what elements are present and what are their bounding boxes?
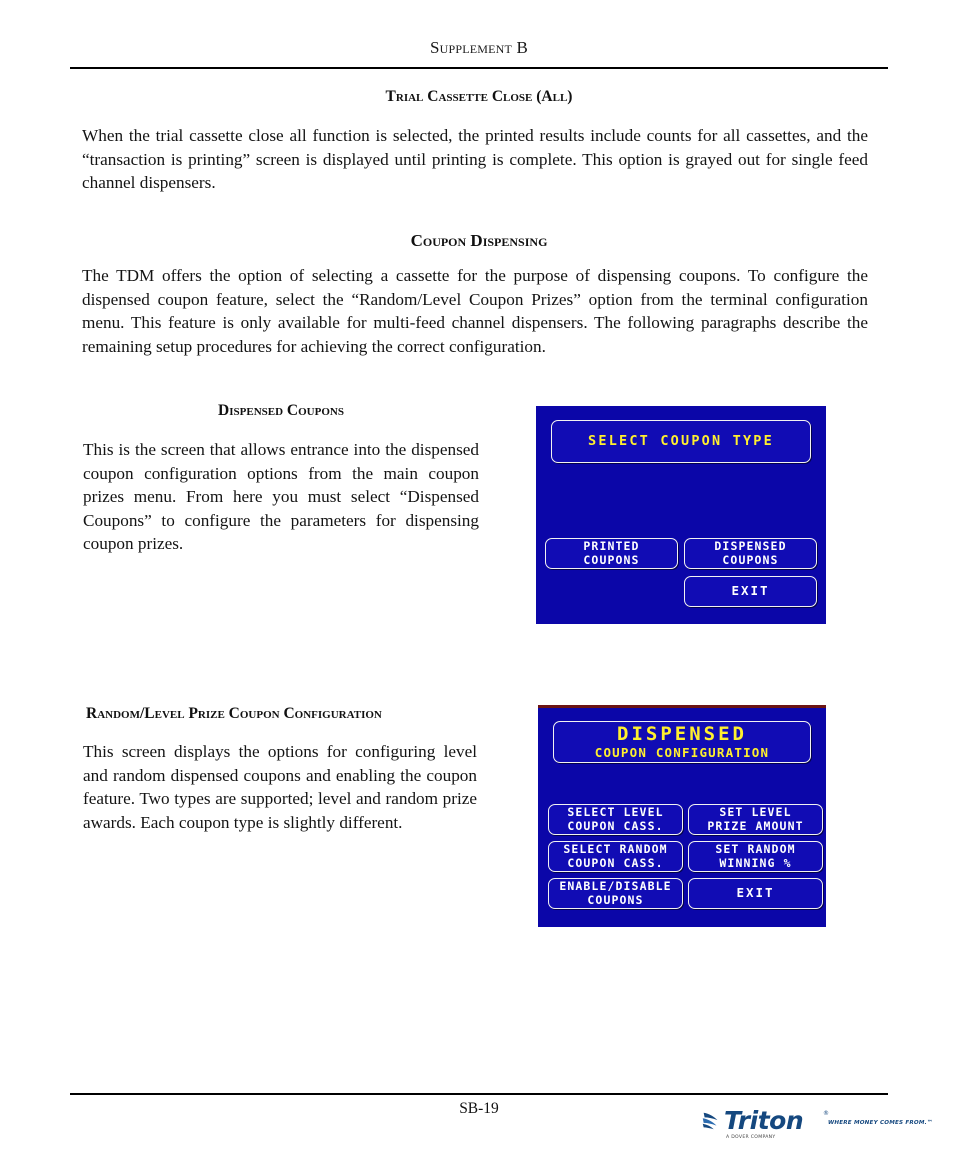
triton-wordmark: Triton [724, 1106, 804, 1135]
screen2-button-set-level-prize-amount-label: SET LEVEL PRIZE AMOUNT [707, 804, 804, 833]
screen2-button-select-level-coupon-cass-label: SELECT LEVEL COUPON CASS. [567, 804, 664, 833]
triton-logo: Triton ® WHERE MONEY COMES FROM.™ A DOVE… [700, 1106, 933, 1148]
atm-screen-dispensed-coupon-configuration: DISPENSED COUPON CONFIGURATION SELECT LE… [538, 705, 826, 927]
screen1-button-dispensed-coupons-label: DISPENSED COUPONS [714, 538, 787, 567]
screen1-button-printed-coupons[interactable]: PRINTED COUPONS [545, 538, 678, 569]
screen1-button-printed-coupons-label: PRINTED COUPONS [583, 538, 640, 567]
heading-dispensed-coupons: Dispensed Coupons [218, 402, 344, 419]
screen1-button-exit-label: EXIT [731, 583, 770, 599]
screen1-button-dispensed-coupons[interactable]: DISPENSED COUPONS [684, 538, 817, 569]
screen2-button-set-random-winning-pct[interactable]: SET RANDOM WINNING % [688, 841, 823, 872]
screen1-title: SELECT COUPON TYPE [588, 432, 774, 449]
screen2-button-enable-disable-coupons[interactable]: ENABLE/DISABLE COUPONS [548, 878, 683, 909]
screen2-button-set-level-prize-amount[interactable]: SET LEVEL PRIZE AMOUNT [688, 804, 823, 835]
screen2-title-box: DISPENSED COUPON CONFIGURATION [553, 721, 811, 763]
paragraph-trial-cassette-close: When the trial cassette close all functi… [82, 126, 868, 192]
atm-screen-select-coupon-type: SELECT COUPON TYPE PRINTED COUPONS DISPE… [536, 406, 826, 624]
screen2-button-exit-label: EXIT [736, 885, 775, 901]
triton-subtext: A DOVER COMPANY [726, 1135, 776, 1140]
screen1-button-exit[interactable]: EXIT [684, 576, 817, 607]
heading-trial-cassette-close: Trial Cassette Close (All) [385, 88, 573, 105]
screen2-button-select-random-coupon-cass-label: SELECT RANDOM COUPON CASS. [563, 841, 668, 870]
paragraph-random-level-prize-coupon-configuration: This screen displays the options for con… [83, 742, 477, 832]
running-head: Supplement B [429, 38, 529, 57]
triton-tagline: WHERE MONEY COMES FROM.™ [828, 1120, 933, 1126]
paragraph-coupon-dispensing: The TDM offers the option of selecting a… [82, 266, 868, 356]
header-rule [70, 67, 888, 69]
screen2-button-enable-disable-coupons-label: ENABLE/DISABLE COUPONS [559, 878, 672, 907]
screen2-button-select-random-coupon-cass[interactable]: SELECT RANDOM COUPON CASS. [548, 841, 683, 872]
screen2-button-exit[interactable]: EXIT [688, 878, 823, 909]
heading-coupon-dispensing: Coupon Dispensing [410, 231, 548, 250]
screen2-button-select-level-coupon-cass[interactable]: SELECT LEVEL COUPON CASS. [548, 804, 683, 835]
triton-registered-icon: ® [823, 1110, 829, 1117]
screen1-title-box: SELECT COUPON TYPE [551, 420, 811, 463]
document-page: Supplement B Trial Cassette Close (All) … [0, 0, 954, 1159]
screen2-title: DISPENSED COUPON CONFIGURATION [594, 722, 770, 761]
screen2-button-set-random-winning-pct-label: SET RANDOM WINNING % [715, 841, 796, 870]
footer-rule [70, 1093, 888, 1095]
triton-mark-icon [702, 1112, 718, 1130]
heading-random-level-prize-coupon-configuration: Random/Level Prize Coupon Configuration [86, 705, 382, 722]
paragraph-dispensed-coupons: This is the screen that allows entrance … [83, 440, 479, 553]
